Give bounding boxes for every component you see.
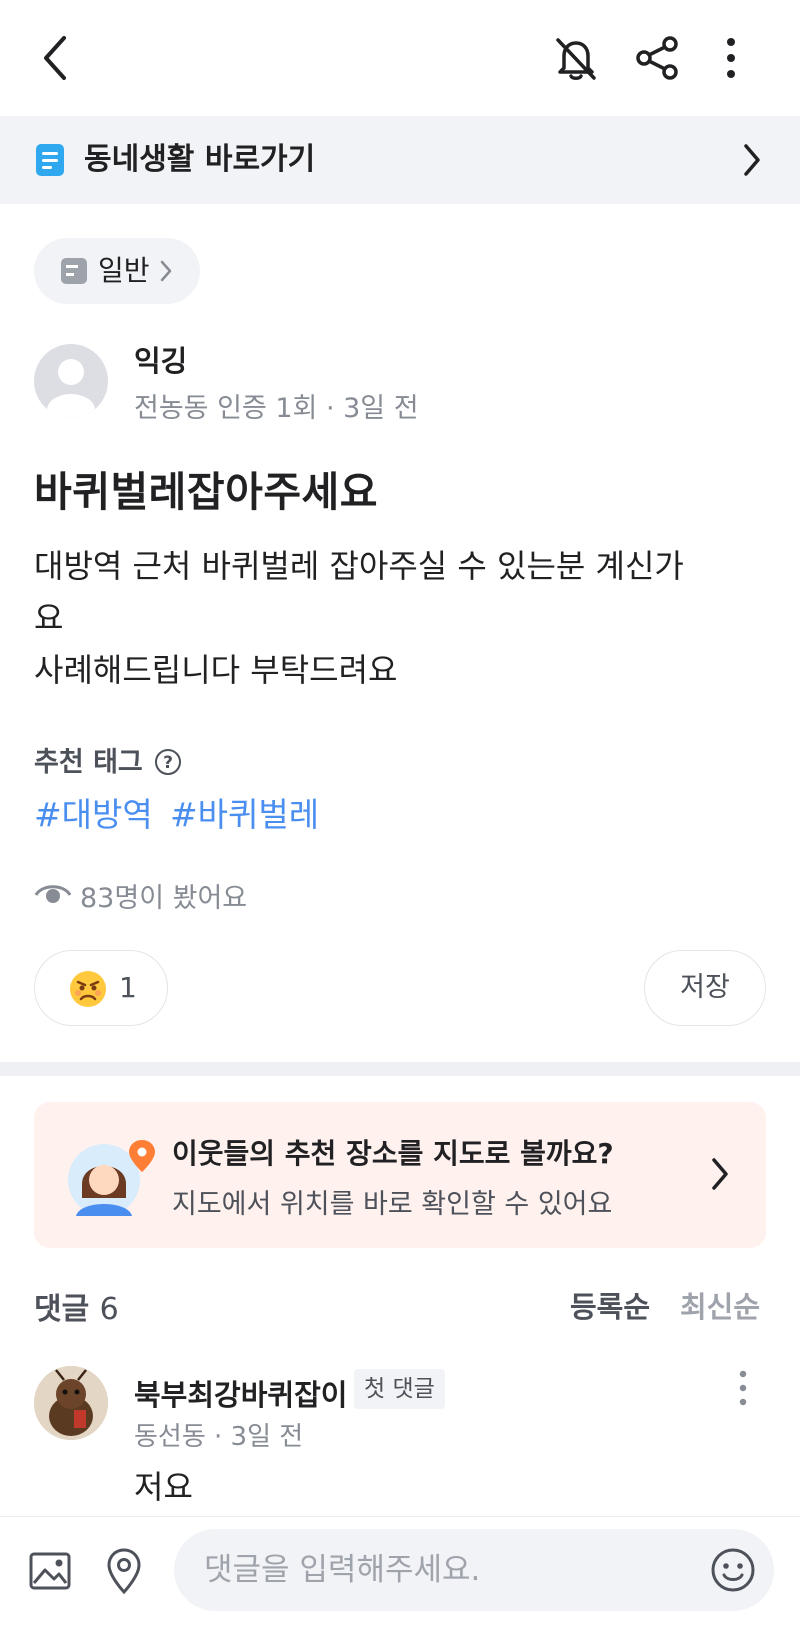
post-title: 바퀴벌레잡아주세요 (34, 468, 378, 516)
sort-latest-tab[interactable]: 최신순 (680, 1284, 760, 1326)
comment-input-bar: 댓글을 입력해주세요. (0, 1516, 800, 1625)
chevron-right-icon (740, 142, 764, 178)
category-chip[interactable]: 일반 (34, 238, 200, 304)
share-icon[interactable] (634, 34, 682, 82)
eye-icon (34, 878, 72, 908)
comments-label: 댓글 (34, 1292, 90, 1327)
map-promo-card[interactable]: 이웃들의 추천 장소를 지도로 볼까요? 지도에서 위치를 바로 확인할 수 있… (34, 1102, 766, 1248)
comment-more-icon[interactable] (736, 1368, 750, 1408)
comment-input-placeholder: 댓글을 입력해주세요. (204, 1552, 481, 1588)
post-body-line: 요 (34, 599, 64, 637)
promo-title: 이웃들의 추천 장소를 지도로 볼까요? (172, 1137, 614, 1170)
chevron-left-icon[interactable] (36, 34, 76, 82)
neighborhood-shortcut-banner[interactable]: 동네생활 바로가기 (0, 116, 800, 204)
author-avatar[interactable] (34, 344, 108, 418)
view-count: 83명이 봤어요 (80, 883, 248, 914)
comment-text: 저요 (134, 1468, 193, 1506)
commenter-avatar[interactable] (34, 1366, 108, 1440)
emoji-icon[interactable] (710, 1547, 756, 1593)
document-icon (34, 142, 66, 178)
board-icon (60, 257, 88, 285)
comment-meta: 동선동 · 3일 전 (134, 1422, 304, 1452)
section-divider (0, 1062, 800, 1076)
promo-subtitle: 지도에서 위치를 바로 확인할 수 있어요 (172, 1189, 613, 1220)
sort-registered-tab[interactable]: 등록순 (570, 1284, 650, 1326)
shortcut-label: 동네생활 바로가기 (84, 142, 316, 177)
save-label: 저장 (680, 972, 730, 1003)
post-body: 대방역 근처 바퀴벌레 잡아주실 수 있는분 계신가 요 사례해드립니다 부탁드… (34, 540, 754, 696)
post-body-line: 사례해드립니다 부탁드려요 (34, 651, 398, 689)
recommended-tags-title: 추천 태그 ? (34, 740, 182, 779)
comments-count: 6 (99, 1292, 119, 1327)
top-app-bar (0, 0, 800, 116)
help-icon[interactable]: ? (154, 748, 182, 776)
comments-header: 댓글 6 (34, 1284, 119, 1328)
post-body-line: 대방역 근처 바퀴벌레 잡아주실 수 있는분 계신가 (34, 547, 684, 585)
more-vertical-icon[interactable] (722, 34, 740, 82)
angry-face-icon (69, 970, 107, 1008)
tag-link[interactable]: #바퀴벌레 (170, 788, 319, 836)
first-comment-badge: 첫 댓글 (354, 1369, 445, 1409)
tag-link[interactable]: #대방역 (34, 788, 153, 836)
location-pin-icon[interactable] (102, 1547, 146, 1595)
author-name[interactable]: 익깅 (134, 338, 187, 380)
svg-text:?: ? (163, 753, 173, 773)
bell-off-icon[interactable] (552, 34, 600, 82)
reaction-button[interactable]: 1 (34, 950, 168, 1026)
image-icon[interactable] (28, 1549, 72, 1593)
save-button[interactable]: 저장 (644, 950, 766, 1026)
chevron-right-icon (158, 259, 174, 283)
promo-illustration (66, 1138, 156, 1222)
reaction-count: 1 (119, 971, 137, 1004)
commenter-name[interactable]: 북부최강바퀴잡이 (134, 1372, 347, 1414)
recommended-tags-label: 추천 태그 (34, 747, 143, 778)
author-meta: 전농동 인증 1회 · 3일 전 (134, 393, 419, 424)
comment-input[interactable]: 댓글을 입력해주세요. (174, 1529, 774, 1611)
chevron-right-icon (708, 1156, 732, 1192)
category-label: 일반 (98, 254, 150, 287)
